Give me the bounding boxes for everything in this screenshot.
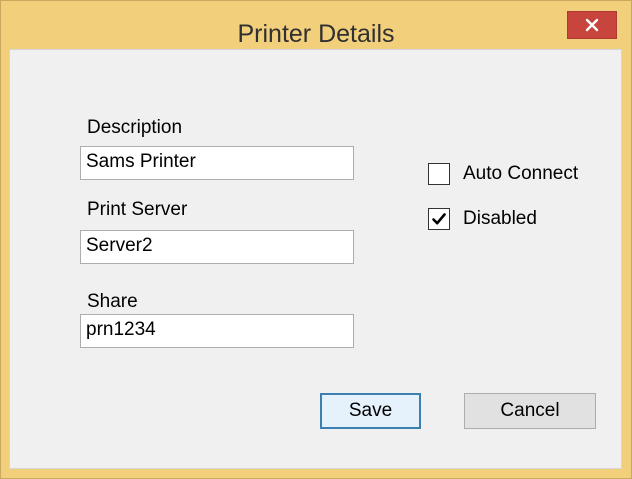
dialog-client-area: Description Sams Printer Print Server Se… (9, 49, 622, 469)
save-button[interactable]: Save (320, 393, 421, 429)
window-title: Printer Details (237, 20, 395, 48)
close-icon (585, 18, 599, 32)
disabled-label: Disabled (463, 208, 537, 229)
share-field[interactable]: prn1234 (80, 314, 354, 348)
description-label: Description (87, 117, 183, 138)
printer-details-dialog: Printer Details Description Sams Printer… (0, 0, 632, 479)
auto-connect-checkbox-row[interactable]: Auto Connect (428, 163, 578, 185)
checkmark-icon (432, 213, 446, 225)
cancel-button[interactable]: Cancel (464, 393, 596, 429)
title-bar[interactable]: Printer Details (1, 1, 631, 48)
print-server-field[interactable]: Server2 (80, 230, 354, 264)
print-server-label: Print Server (87, 199, 188, 220)
auto-connect-checkbox[interactable] (428, 163, 450, 185)
share-label: Share (87, 291, 138, 312)
disabled-checkbox[interactable] (428, 208, 450, 230)
close-button[interactable] (567, 11, 617, 39)
auto-connect-label: Auto Connect (463, 163, 579, 184)
description-field[interactable]: Sams Printer (80, 146, 354, 180)
disabled-checkbox-row[interactable]: Disabled (428, 208, 537, 230)
